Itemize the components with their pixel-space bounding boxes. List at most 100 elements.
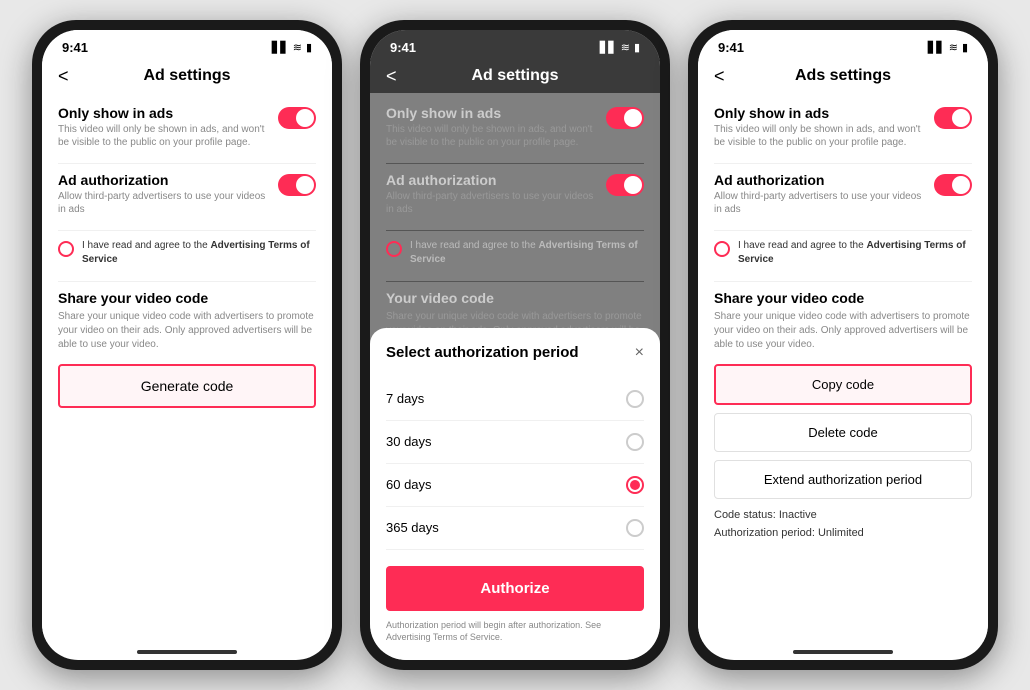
- back-button-2[interactable]: <: [386, 66, 397, 87]
- ad-auth-desc-3: Allow third-party advertisers to use you…: [714, 190, 924, 216]
- signal-icon-3: ▋▋: [928, 41, 945, 54]
- option-365days[interactable]: 365 days: [386, 507, 644, 550]
- share-title-2: Your video code: [386, 290, 644, 306]
- signal-icon-2: ▋▋: [600, 41, 617, 54]
- extend-auth-button[interactable]: Extend authorization period: [714, 460, 972, 499]
- ad-auth-toggle-3[interactable]: [934, 174, 972, 196]
- status-bar-2: 9:41 ▋▋ ≋ ▮: [370, 30, 660, 59]
- only-show-desc-3: This video will only be shown in ads, an…: [714, 123, 924, 149]
- modal-title: Select authorization period: [386, 344, 579, 361]
- terms-prefix-2: I have read and agree to the: [410, 240, 538, 251]
- ad-auth-label-2: Ad authorization: [386, 172, 596, 188]
- ad-auth-label-group-3: Ad authorization Allow third-party adver…: [714, 172, 924, 216]
- share-desc-3: Share your unique video code with advert…: [714, 310, 972, 352]
- modal-close-button[interactable]: ×: [635, 344, 644, 362]
- option-60days-radio[interactable]: [626, 476, 644, 494]
- share-desc-1: Share your unique video code with advert…: [58, 310, 316, 352]
- auth-period-modal: Select authorization period × 7 days 30 …: [370, 328, 660, 660]
- status-time-1: 9:41: [62, 40, 88, 55]
- phone-1: 9:41 ▋▋ ≋ ▮ < Ad settings Only show in a…: [32, 20, 342, 670]
- only-show-label-1: Only show in ads: [58, 105, 268, 121]
- phone-3: 9:41 ▋▋ ≋ ▮ < Ads settings Only show in …: [688, 20, 998, 670]
- share-title-1: Share your video code: [58, 290, 316, 306]
- share-title-3: Share your video code: [714, 290, 972, 306]
- code-status-text: Code status: Inactive Authorization peri…: [714, 507, 972, 542]
- home-indicator-1: [137, 650, 237, 654]
- back-button-3[interactable]: <: [714, 66, 725, 87]
- only-show-toggle-1[interactable]: [278, 107, 316, 129]
- terms-row-3: I have read and agree to the Advertising…: [714, 239, 972, 267]
- ad-auth-label-1: Ad authorization: [58, 172, 268, 188]
- divider-1a: [58, 163, 316, 164]
- only-show-toggle-3[interactable]: [934, 107, 972, 129]
- status-bar-1: 9:41 ▋▋ ≋ ▮: [42, 30, 332, 59]
- terms-prefix-3: I have read and agree to the: [738, 240, 866, 251]
- authorize-button[interactable]: Authorize: [386, 566, 644, 611]
- ad-auth-toggle-2[interactable]: [606, 174, 644, 196]
- phone-2: 9:41 ▋▋ ≋ ▮ < Ad settings Only show in a…: [360, 20, 670, 670]
- divider-3c: [714, 281, 972, 282]
- divider-1c: [58, 281, 316, 282]
- auth-period-line: Authorization period: Unlimited: [714, 525, 972, 543]
- nav-title-3: Ads settings: [795, 67, 891, 85]
- ad-auth-label-3: Ad authorization: [714, 172, 924, 188]
- ad-auth-setting-3: Ad authorization Allow third-party adver…: [714, 172, 972, 216]
- only-show-label-3: Only show in ads: [714, 105, 924, 121]
- ad-auth-setting-2: Ad authorization Allow third-party adver…: [386, 172, 644, 216]
- wifi-icon-1: ≋: [293, 41, 302, 54]
- option-7days-radio[interactable]: [626, 390, 644, 408]
- terms-radio-1[interactable]: [58, 241, 74, 257]
- status-time-3: 9:41: [718, 40, 744, 55]
- status-icons-3: ▋▋ ≋ ▮: [928, 41, 968, 54]
- option-60days[interactable]: 60 days: [386, 464, 644, 507]
- only-show-in-ads-setting-1: Only show in ads This video will only be…: [58, 105, 316, 149]
- ad-auth-setting-1: Ad authorization Allow third-party adver…: [58, 172, 316, 216]
- divider-1b: [58, 230, 316, 231]
- divider-2c: [386, 281, 644, 282]
- terms-radio-2[interactable]: [386, 241, 402, 257]
- top-nav-3: < Ads settings: [698, 59, 988, 93]
- divider-2a: [386, 163, 644, 164]
- option-7days-label: 7 days: [386, 391, 424, 406]
- phone-2-screen: 9:41 ▋▋ ≋ ▮ < Ad settings Only show in a…: [370, 30, 660, 660]
- only-show-desc-1: This video will only be shown in ads, an…: [58, 123, 268, 149]
- only-show-label-group-3: Only show in ads This video will only be…: [714, 105, 924, 149]
- terms-text-1: I have read and agree to the Advertising…: [82, 239, 316, 267]
- terms-radio-3[interactable]: [714, 241, 730, 257]
- settings-body-1: Only show in ads This video will only be…: [42, 93, 332, 642]
- modal-footer-text: Authorization period will begin after au…: [386, 619, 644, 644]
- generate-btn-1[interactable]: Generate code: [58, 364, 316, 408]
- wifi-icon-3: ≋: [949, 41, 958, 54]
- option-30days-radio[interactable]: [626, 433, 644, 451]
- option-60days-label: 60 days: [386, 477, 432, 492]
- phones-container: 9:41 ▋▋ ≋ ▮ < Ad settings Only show in a…: [32, 20, 998, 670]
- delete-code-button[interactable]: Delete code: [714, 413, 972, 452]
- option-365days-label: 365 days: [386, 520, 439, 535]
- battery-icon-3: ▮: [962, 41, 968, 54]
- option-7days[interactable]: 7 days: [386, 378, 644, 421]
- back-button-1[interactable]: <: [58, 66, 69, 87]
- option-365days-radio[interactable]: [626, 519, 644, 537]
- only-show-toggle-2[interactable]: [606, 107, 644, 129]
- divider-3a: [714, 163, 972, 164]
- copy-code-button[interactable]: Copy code: [714, 364, 972, 405]
- terms-row-2: I have read and agree to the Advertising…: [386, 239, 644, 267]
- settings-body-3: Only show in ads This video will only be…: [698, 93, 988, 642]
- terms-prefix-1: I have read and agree to the: [82, 240, 210, 251]
- status-icons-2: ▋▋ ≋ ▮: [600, 41, 640, 54]
- wifi-icon-2: ≋: [621, 41, 630, 54]
- ad-auth-desc-1: Allow third-party advertisers to use you…: [58, 190, 268, 216]
- only-show-label-group-1: Only show in ads This video will only be…: [58, 105, 268, 149]
- terms-text-3: I have read and agree to the Advertising…: [738, 239, 972, 267]
- status-bar-3: 9:41 ▋▋ ≋ ▮: [698, 30, 988, 59]
- code-status-line: Code status: Inactive: [714, 507, 972, 525]
- modal-header: Select authorization period ×: [386, 344, 644, 362]
- top-nav-2: < Ad settings: [370, 59, 660, 93]
- terms-text-2: I have read and agree to the Advertising…: [410, 239, 644, 267]
- option-30days[interactable]: 30 days: [386, 421, 644, 464]
- top-nav-1: < Ad settings: [42, 59, 332, 93]
- ad-auth-toggle-1[interactable]: [278, 174, 316, 196]
- terms-row-1: I have read and agree to the Advertising…: [58, 239, 316, 267]
- only-show-label-2: Only show in ads: [386, 105, 596, 121]
- nav-title-2: Ad settings: [471, 67, 558, 85]
